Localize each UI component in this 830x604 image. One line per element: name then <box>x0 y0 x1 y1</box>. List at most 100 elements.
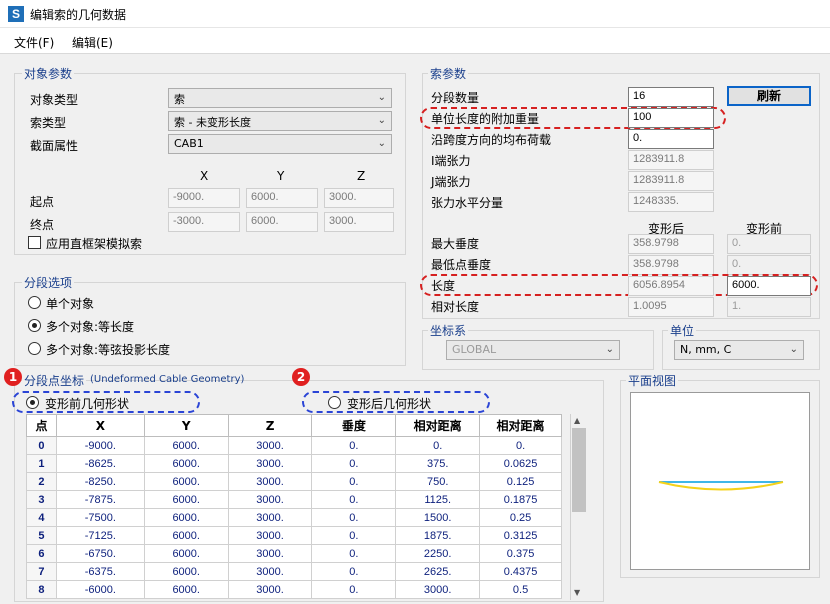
section-select[interactable]: CAB1 ⌄ <box>168 134 392 154</box>
cell[interactable]: 6000. <box>143 526 229 545</box>
cell[interactable]: 0. <box>311 508 397 527</box>
frame-model-checkbox[interactable] <box>28 236 41 249</box>
start-z-field[interactable]: 3000. <box>324 188 394 208</box>
menu-file[interactable]: 文件(F) <box>14 34 54 51</box>
cell[interactable]: 6000. <box>143 562 229 581</box>
table-row[interactable]: 5 -7125. 6000. 3000. 0. 1875. 0.3125 <box>26 526 562 545</box>
uniform-load-field[interactable]: 0. <box>628 129 714 149</box>
num-segments-field[interactable]: 16 <box>628 87 714 107</box>
table-row[interactable]: 6 -6750. 6000. 3000. 0. 2250. 0.375 <box>26 544 562 563</box>
cell[interactable]: -6750. <box>55 544 145 563</box>
cell[interactable]: 1875. <box>395 526 481 545</box>
cell[interactable]: 1125. <box>395 490 481 509</box>
cell[interactable]: 3000. <box>227 580 313 599</box>
cell[interactable]: 0.25 <box>479 508 562 527</box>
cell[interactable]: 3000. <box>227 472 313 491</box>
object-type-select[interactable]: 索 ⌄ <box>168 88 392 108</box>
cell[interactable]: 1500. <box>395 508 481 527</box>
deformed-geometry-radio[interactable] <box>328 396 341 409</box>
horiz-tension-field[interactable]: 1248335. <box>628 192 714 212</box>
low-sag-undeformed[interactable]: 0. <box>727 255 811 275</box>
cell[interactable]: 3000. <box>227 490 313 509</box>
end-z-field[interactable]: 3000. <box>324 212 394 232</box>
cell[interactable]: 6000. <box>143 508 229 527</box>
multi-chord-radio[interactable] <box>28 342 41 355</box>
undeformed-geometry-radio[interactable] <box>26 396 39 409</box>
added-weight-field[interactable]: 100 <box>628 108 714 128</box>
cell[interactable]: 0.4375 <box>479 562 562 581</box>
multi-equal-radio[interactable] <box>28 319 41 332</box>
units-select[interactable]: N, mm, C ⌄ <box>674 340 804 360</box>
table-row[interactable]: 8 -6000. 6000. 3000. 0. 3000. 0.5 <box>26 580 562 599</box>
table-row[interactable]: 2 -8250. 6000. 3000. 0. 750. 0.125 <box>26 472 562 491</box>
j-tension-field[interactable]: 1283911.8 <box>628 171 714 191</box>
cell[interactable]: 0. <box>311 454 397 473</box>
cell[interactable]: 0. <box>311 580 397 599</box>
table-row[interactable]: 3 -7875. 6000. 3000. 0. 1125. 0.1875 <box>26 490 562 509</box>
cell[interactable]: 0. <box>311 472 397 491</box>
cell[interactable]: -7125. <box>55 526 145 545</box>
table-row[interactable]: 0 -9000. 6000. 3000. 0. 0. 0. <box>26 436 562 455</box>
start-y-field[interactable]: 6000. <box>246 188 318 208</box>
cell[interactable]: -9000. <box>55 436 145 455</box>
max-sag-undeformed[interactable]: 0. <box>727 234 811 254</box>
cell[interactable]: 6000. <box>143 472 229 491</box>
cell[interactable]: 0.5 <box>479 580 562 599</box>
cell[interactable]: 6000. <box>143 544 229 563</box>
cell[interactable]: 0. <box>395 436 481 455</box>
cell[interactable]: 0.1875 <box>479 490 562 509</box>
cell[interactable]: 0.125 <box>479 472 562 491</box>
rel-length-undeformed[interactable]: 1. <box>727 297 811 317</box>
end-x-field[interactable]: -3000. <box>168 212 240 232</box>
arrow-down-icon[interactable]: ▼ <box>574 588 580 597</box>
i-tension-field[interactable]: 1283911.8 <box>628 150 714 170</box>
scrollbar-thumb[interactable] <box>572 428 586 512</box>
max-sag-deformed[interactable]: 358.9798 <box>628 234 714 254</box>
cell[interactable]: 6000. <box>143 490 229 509</box>
cell[interactable]: 0. <box>311 490 397 509</box>
table-row[interactable]: 1 -8625. 6000. 3000. 0. 375. 0.0625 <box>26 454 562 473</box>
cell[interactable]: 750. <box>395 472 481 491</box>
cell[interactable]: 3000. <box>227 508 313 527</box>
cell[interactable]: -7875. <box>55 490 145 509</box>
length-undeformed[interactable]: 6000. <box>727 276 811 296</box>
coord-system-select[interactable]: GLOBAL ⌄ <box>446 340 620 360</box>
cell[interactable]: 0.375 <box>479 544 562 563</box>
arrow-up-icon[interactable]: ▲ <box>574 416 580 425</box>
length-deformed[interactable]: 6056.8954 <box>628 276 714 296</box>
low-sag-deformed[interactable]: 358.9798 <box>628 255 714 275</box>
cell[interactable]: 6000. <box>143 436 229 455</box>
cell[interactable]: 0. <box>311 544 397 563</box>
cell[interactable]: 0. <box>311 526 397 545</box>
cell[interactable]: 3000. <box>227 526 313 545</box>
start-x-field[interactable]: -9000. <box>168 188 240 208</box>
cell[interactable]: 3000. <box>227 562 313 581</box>
cell[interactable]: 2625. <box>395 562 481 581</box>
table-row[interactable]: 7 -6375. 6000. 3000. 0. 2625. 0.4375 <box>26 562 562 581</box>
cable-type-select[interactable]: 索 - 未变形长度 ⌄ <box>168 111 392 131</box>
single-object-radio[interactable] <box>28 296 41 309</box>
cell[interactable]: -8625. <box>55 454 145 473</box>
cell[interactable]: -7500. <box>55 508 145 527</box>
cell[interactable]: 3000. <box>227 544 313 563</box>
refresh-button[interactable]: 刷新 <box>727 86 811 106</box>
cell[interactable]: 2250. <box>395 544 481 563</box>
cell[interactable]: 6000. <box>143 580 229 599</box>
cell[interactable]: -6375. <box>55 562 145 581</box>
rel-length-deformed[interactable]: 1.0095 <box>628 297 714 317</box>
cell[interactable]: -6000. <box>55 580 145 599</box>
cell[interactable]: -8250. <box>55 472 145 491</box>
cell[interactable]: 3000. <box>395 580 481 599</box>
cell[interactable]: 0.3125 <box>479 526 562 545</box>
cell[interactable]: 3000. <box>227 436 313 455</box>
menu-edit[interactable]: 编辑(E) <box>72 34 113 51</box>
cell[interactable]: 6000. <box>143 454 229 473</box>
table-row[interactable]: 4 -7500. 6000. 3000. 0. 1500. 0.25 <box>26 508 562 527</box>
end-y-field[interactable]: 6000. <box>246 212 318 232</box>
cell[interactable]: 0. <box>311 562 397 581</box>
cell[interactable]: 0.0625 <box>479 454 562 473</box>
cell[interactable]: 0. <box>311 436 397 455</box>
cell[interactable]: 0. <box>479 436 562 455</box>
cell[interactable]: 3000. <box>227 454 313 473</box>
cell[interactable]: 375. <box>395 454 481 473</box>
